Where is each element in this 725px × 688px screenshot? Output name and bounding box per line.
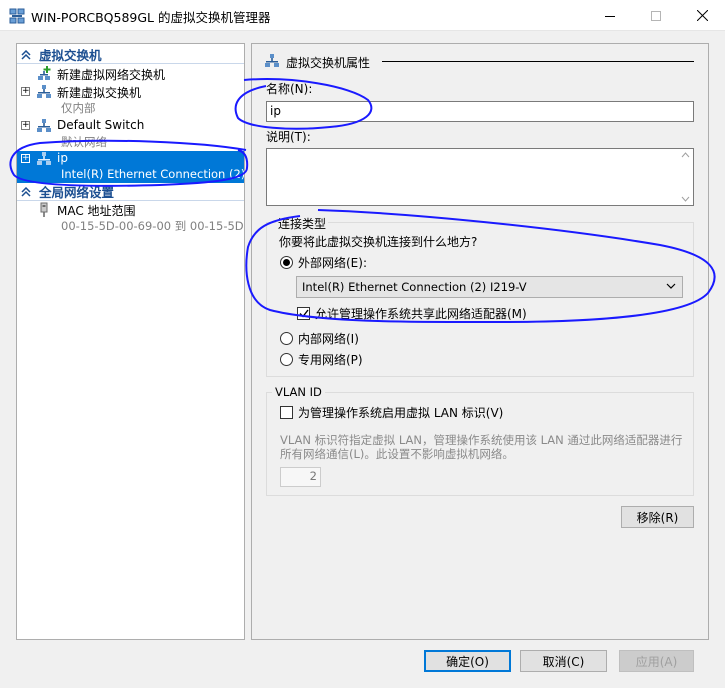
vlan-description-line2: 所有网络通信(L)。此设置不影响虚拟机网络。 [280,447,514,461]
expand-icon[interactable]: + [21,154,30,163]
scroll-down-icon [681,196,689,202]
switch-item-default[interactable]: + Default Switch 默认网络 [17,118,244,150]
connection-type-label: 连接类型 [276,215,329,232]
switch-icon [36,118,52,134]
internal-network-radio[interactable]: 内部网络(I) [280,330,359,347]
expand-icon[interactable]: + [21,121,30,130]
properties-title: 虚拟交换机属性 [286,56,371,70]
switch-icon [264,53,280,72]
private-network-radio[interactable]: 专用网络(P) [280,351,363,368]
name-label: 名称(N): [266,82,313,96]
notes-label: 说明(T): [266,130,311,144]
switch-item-internal[interactable]: + 新建虚拟交换机 仅内部 [17,84,244,117]
virtual-switch-manager-icon [9,8,25,24]
internal-network-label: 内部网络(I) [298,332,359,346]
new-virtual-switch-item[interactable]: 新建虚拟网络交换机 [17,66,244,83]
switch-subtitle: 默认网络 [61,135,107,149]
remove-button[interactable]: 移除(R) [621,506,694,528]
minimize-icon [605,15,615,17]
switch-icon [36,84,52,100]
switch-subtitle: Intel(R) Ethernet Connection (2) I... [61,167,245,181]
switch-tree-panel: 虚拟交换机 新建虚拟网络交换机 + 新建虚拟交换机 仅内部 + Default … [16,43,245,640]
switch-item-ip[interactable]: + ip Intel(R) Ethernet Connection (2) I.… [17,151,244,183]
section-virtual-switches[interactable]: 虚拟交换机 [17,46,244,64]
section-virtual-switches-label: 虚拟交换机 [39,48,102,63]
window-title: WIN-PORCBQ589GL 的虚拟交换机管理器 [31,10,271,25]
checkmark-icon [297,307,310,320]
close-button[interactable] [679,0,725,31]
close-icon [696,10,708,21]
allow-os-share-label: 允许管理操作系统共享此网络适配器(M) [315,307,527,321]
properties-header: 虚拟交换机属性 [264,53,370,72]
collapse-chevron-icon [21,49,37,60]
radio-empty-icon [280,353,293,366]
vlan-enable-label: 为管理操作系统启用虚拟 LAN 标识(V) [298,406,504,420]
notes-scrollbar[interactable] [677,149,693,205]
header-divider [382,61,694,62]
connection-question: 你要将此虚拟交换机连接到什么地方? [279,235,478,249]
chevron-down-icon [666,283,676,289]
radio-empty-icon [280,332,293,345]
vlan-description-line1: VLAN 标识符指定虚拟 LAN，管理操作系统使用该 LAN 通过此网络适配器进… [280,433,683,447]
section-global-label: 全局网络设置 [39,185,115,200]
collapse-chevron-icon [21,186,37,197]
new-switch-label: 新建虚拟网络交换机 [57,68,166,82]
mac-range-label: MAC 地址范围 [57,204,136,218]
section-global-network-settings[interactable]: 全局网络设置 [17,183,244,201]
notes-textarea[interactable] [266,148,694,206]
mac-range-value: 00-15-5D-00-69-00 到 00-15-5D-0... [61,219,244,233]
switch-properties-panel: 虚拟交换机属性 名称(N): ip 说明(T): 连接类型 你要将此虚拟交换机连… [251,43,709,640]
network-adapter-select[interactable]: Intel(R) Ethernet Connection (2) I219-V [296,276,683,298]
switch-name-input[interactable]: ip [266,101,694,122]
radio-selected-icon [280,256,293,269]
network-adapter-icon [36,202,52,218]
allow-os-share-checkbox[interactable]: 允许管理操作系统共享此网络适配器(M) [297,305,527,322]
switch-name: ip [57,151,68,165]
switch-name: 新建虚拟交换机 [57,86,142,100]
mac-address-range-item[interactable]: MAC 地址范围 00-15-5D-00-69-00 到 00-15-5D-0.… [17,202,244,234]
maximize-button[interactable] [633,0,679,31]
minimize-button[interactable] [587,0,633,31]
ok-button[interactable]: 确定(O) [424,650,511,672]
vlan-id-input[interactable]: 2 [280,467,321,487]
vlan-group-label: VLAN ID [272,385,325,399]
switch-subtitle: 仅内部 [61,101,96,115]
apply-button[interactable]: 应用(A) [619,650,694,672]
private-network-label: 专用网络(P) [298,353,363,367]
scroll-up-icon [681,152,689,158]
new-switch-icon [36,66,52,82]
external-network-radio[interactable]: 外部网络(E): [280,254,367,271]
checkbox-empty-icon [280,406,293,419]
maximize-icon [651,10,661,21]
expand-icon[interactable]: + [21,87,30,96]
switch-icon [36,151,52,167]
cancel-button[interactable]: 取消(C) [520,650,607,672]
external-network-label: 外部网络(E): [298,256,367,270]
title-bar: WIN-PORCBQ589GL 的虚拟交换机管理器 [0,0,725,31]
switch-name: Default Switch [57,118,145,132]
adapter-selected-value: Intel(R) Ethernet Connection (2) I219-V [302,280,527,294]
vlan-enable-checkbox[interactable]: 为管理操作系统启用虚拟 LAN 标识(V) [280,404,503,421]
